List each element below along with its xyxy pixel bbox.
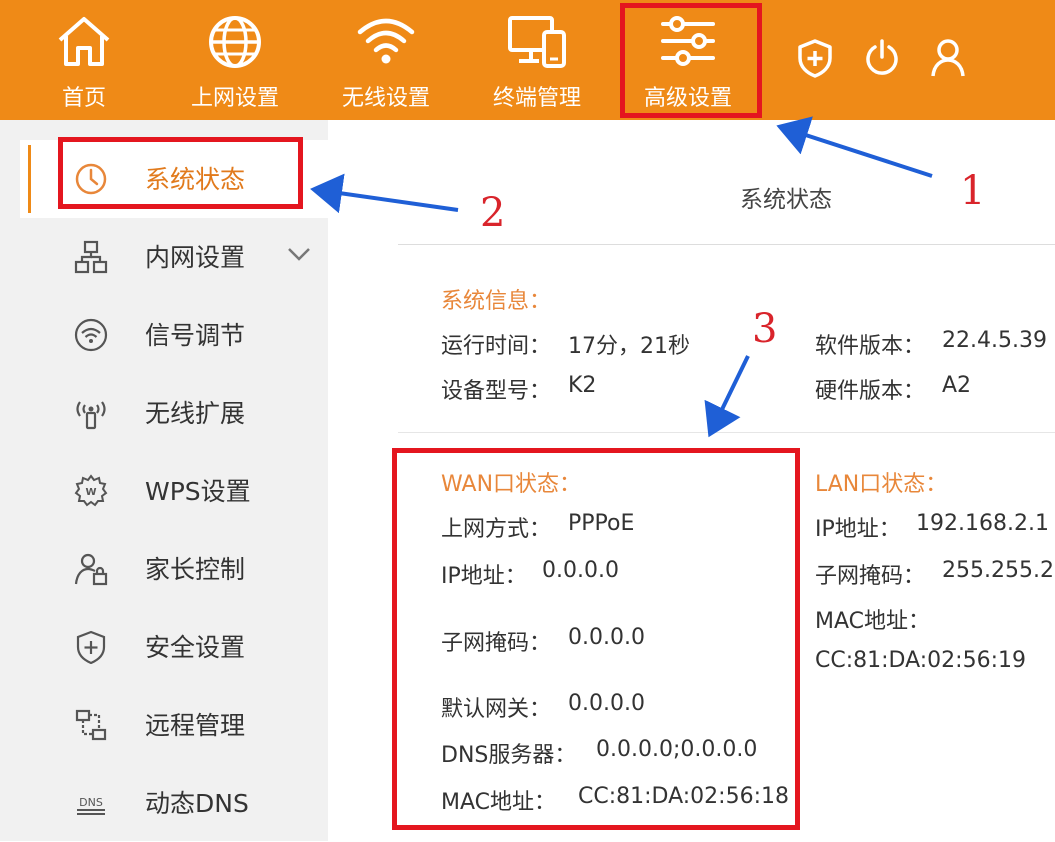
software-version-value: 22.4.5.39	[942, 328, 1047, 353]
signal-icon	[74, 318, 108, 352]
wifi-icon	[357, 18, 415, 64]
sidebar-item-label: 信号调节	[145, 321, 246, 350]
lan-mask-label: 子网掩码：	[815, 564, 926, 589]
highlight-wan-status	[392, 448, 800, 830]
lan-status-heading: LAN口状态：	[815, 472, 948, 497]
lan-mask-value: 255.255.25	[942, 558, 1055, 583]
arrow-step-2	[310, 173, 459, 214]
svg-text:W: W	[85, 487, 96, 498]
sidebar-item-label: 安全设置	[145, 633, 246, 662]
user-icon[interactable]	[930, 38, 966, 78]
network-icon	[74, 240, 108, 274]
page-title: 系统状态	[740, 187, 832, 213]
uptime-value: 17分，21秒	[568, 334, 690, 359]
nav-home[interactable]: 首页	[44, 0, 124, 120]
sidebar-item-remote-management[interactable]: 远程管理	[20, 686, 328, 764]
nav-device-management[interactable]: 终端管理	[487, 0, 587, 120]
sidebar-item-wps-settings[interactable]: W WPS设置	[20, 452, 328, 530]
lan-mac-value: CC:81:DA:02:56:19	[815, 648, 1026, 673]
dns-icon: DNS	[77, 796, 105, 815]
hardware-version-value: A2	[942, 373, 972, 398]
sidebar-item-label: WPS设置	[145, 477, 251, 506]
svg-text:DNS: DNS	[79, 796, 103, 809]
arrow-step-1	[776, 116, 933, 178]
uptime-label: 运行时间：	[441, 334, 552, 359]
shield-icon	[76, 630, 106, 664]
antenna-icon	[76, 401, 106, 430]
sidebar: 系统状态 内网设置 信号调节 无线扩展 W WPS设置 家长控制 安全设置 远程…	[0, 120, 328, 841]
sidebar-item-lan-settings[interactable]: 内网设置	[20, 218, 328, 296]
sidebar-item-label: 家长控制	[145, 555, 246, 584]
hardware-version-label: 硬件版本：	[815, 379, 926, 404]
system-info-heading: 系统信息：	[441, 289, 552, 314]
nav-internet-settings[interactable]: 上网设置	[185, 0, 285, 120]
nav-internet-label: 上网设置	[190, 86, 280, 111]
software-version-label: 软件版本：	[815, 334, 926, 359]
highlight-system-status	[58, 137, 303, 209]
shield-plus-icon[interactable]	[796, 38, 834, 78]
lan-ip-value: 192.168.2.1	[916, 511, 1049, 536]
step-number-1: 1	[960, 168, 986, 214]
nav-wireless-settings[interactable]: 无线设置	[336, 0, 436, 120]
arrow-step-3	[704, 355, 750, 438]
home-icon	[58, 17, 110, 66]
model-label: 设备型号：	[441, 379, 552, 404]
lan-ip-label: IP地址：	[815, 517, 901, 542]
sidebar-item-wireless-extend[interactable]: 无线扩展	[20, 374, 328, 452]
nav-devices-label: 终端管理	[492, 86, 582, 111]
sidebar-item-label: 无线扩展	[145, 399, 246, 428]
power-icon[interactable]	[864, 38, 900, 78]
wps-icon: W	[74, 474, 108, 507]
devices-icon	[508, 16, 566, 68]
sidebar-item-signal-adjust[interactable]: 信号调节	[20, 296, 328, 374]
chevron-down-icon[interactable]	[286, 246, 312, 262]
model-value: K2	[568, 373, 597, 398]
title-divider	[398, 244, 1055, 245]
section-divider	[398, 432, 1055, 433]
sidebar-item-label: 远程管理	[145, 711, 246, 740]
step-number-2: 2	[480, 190, 506, 236]
remote-icon	[75, 709, 107, 741]
sidebar-item-security-settings[interactable]: 安全设置	[20, 608, 328, 686]
nav-home-label: 首页	[61, 86, 107, 111]
parental-icon	[74, 553, 108, 586]
sidebar-item-label: 动态DNS	[145, 789, 249, 818]
sidebar-item-ddns[interactable]: DNS 动态DNS	[20, 764, 328, 842]
lan-mac-label: MAC地址：	[815, 609, 931, 634]
sidebar-item-label: 内网设置	[145, 243, 246, 272]
top-nav-bar: 首页 上网设置 无线设置 终端管理 高级设置	[0, 0, 1055, 120]
globe-icon	[209, 16, 261, 68]
sidebar-item-parental-control[interactable]: 家长控制	[20, 530, 328, 608]
step-number-3: 3	[752, 306, 778, 352]
nav-wireless-label: 无线设置	[341, 86, 431, 111]
highlight-advanced-settings	[620, 3, 762, 118]
